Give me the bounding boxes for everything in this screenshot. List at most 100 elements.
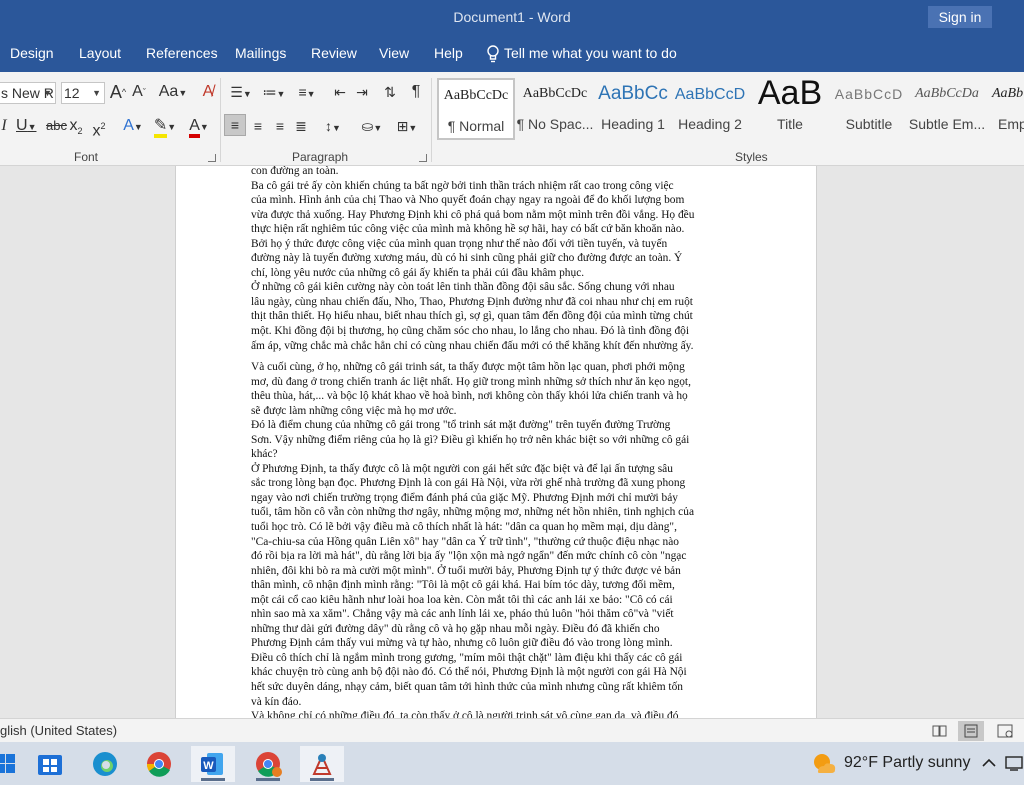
line-spacing-button[interactable]: ↕▼ <box>318 116 348 138</box>
tab-review[interactable]: Review <box>311 45 357 61</box>
chevron-up-icon[interactable] <box>980 756 998 770</box>
tab-help[interactable]: Help <box>434 45 463 61</box>
text-line[interactable]: Đó là điểm chung của những cô gái trong … <box>251 418 743 433</box>
style-subtle-emphasis[interactable]: AaBbCcDa Subtle Em... <box>908 78 986 140</box>
align-left-button[interactable]: ≡ <box>224 114 246 136</box>
print-layout-button[interactable] <box>958 721 984 741</box>
text-line[interactable]: của mình. Hình ảnh của chị Thao và Nho q… <box>251 193 743 208</box>
text-line[interactable]: Ở Phương Định, ta thấy được cô là một ng… <box>251 462 743 477</box>
text-line[interactable]: lâu ngày, cùng nhau chiến đấu, Nho, Thao… <box>251 295 743 310</box>
strikethrough-button[interactable]: abc <box>46 116 67 138</box>
style-no-spacing[interactable]: AaBbCcDc ¶ No Spac... <box>516 78 594 140</box>
text-line[interactable]: "Ca-chiu-sa của Hồng quân Liên xô" hay "… <box>251 535 743 550</box>
page-text[interactable]: con đường an toàn. Ba cô gái trẻ ấy còn … <box>251 166 743 353</box>
text-line[interactable]: một cái cổ cao kiêu hãnh như loài hoa lo… <box>251 593 743 608</box>
paint-app-button[interactable] <box>300 746 344 782</box>
align-right-button[interactable]: ≡ <box>270 116 290 138</box>
tab-mailings[interactable]: Mailings <box>235 45 286 61</box>
font-dialog-launcher[interactable] <box>208 154 216 162</box>
style-heading-1[interactable]: AaBbCc Heading 1 <box>596 78 670 140</box>
shrink-font-button[interactable]: Aˇ <box>130 82 148 104</box>
text-line[interactable]: nhìn sao mà xa xăm". Chẳng vậy mà các an… <box>251 607 743 622</box>
text-line[interactable]: nhiên, đôi khi bò ra mà cười một mình". … <box>251 564 743 579</box>
text-line[interactable]: Ba cô gái trẻ ấy còn khiến chúng ta bất … <box>251 179 743 194</box>
page[interactable]: con đường an toàn. Ba cô gái trẻ ấy còn … <box>175 166 817 356</box>
chrome-button[interactable] <box>137 746 181 782</box>
style-heading-2[interactable]: AaBbCcD Heading 2 <box>672 78 748 140</box>
highlight-color-button[interactable]: ✎▼ <box>150 116 180 138</box>
text-line[interactable]: đường này là tuyến đường xương máu, dù c… <box>251 251 743 266</box>
microsoft-store-button[interactable] <box>28 746 72 782</box>
text-line[interactable]: Sơn. Vậy những điểm riêng của họ là gì? … <box>251 433 743 448</box>
weather-widget[interactable]: 92°F Partly sunny <box>844 754 970 772</box>
network-icon[interactable] <box>1004 754 1024 772</box>
text-line[interactable]: những thư dài gửi đường dây" dù rằng cô … <box>251 622 743 637</box>
text-line[interactable]: tuổi, tâm hồn cô vẫn còn những thơ ngây,… <box>251 505 743 520</box>
text-line[interactable]: Ở những cô gái kiên cường này còn toát l… <box>251 280 743 295</box>
text-line[interactable]: con đường an toàn. <box>251 166 743 179</box>
align-center-button[interactable]: ≡ <box>248 116 268 138</box>
text-line[interactable]: vừa được thả xuống. Hay Phương Định khi … <box>251 208 743 223</box>
superscript-button[interactable]: x2 <box>91 116 107 139</box>
text-line[interactable]: Và cuối cùng, ở họ, những cô gái trinh s… <box>251 360 743 375</box>
text-line[interactable]: một. Khi đồng đội bị thương, họ cũng chă… <box>251 324 743 339</box>
text-line[interactable]: Phương Định cảm thấy vui mừng và tự hào,… <box>251 636 743 651</box>
borders-button[interactable]: ⊞▼ <box>392 116 422 138</box>
text-line[interactable]: khác chuyện trò cùng anh bộ đội nào đó. … <box>251 665 743 680</box>
text-line[interactable]: ngay vào nơi chiến trường trọng điểm đán… <box>251 491 743 506</box>
change-case-button[interactable]: Aa▼ <box>158 82 188 104</box>
text-line[interactable]: hết sức duyên dáng, nhạy cảm, biết quan … <box>251 680 743 695</box>
paragraph-dialog-launcher[interactable] <box>419 154 427 162</box>
increase-indent-button[interactable]: ⇥ <box>352 82 372 104</box>
text-line[interactable]: ấm áp, vững chắc mà chắc hẳn chỉ có cùng… <box>251 339 743 354</box>
text-line[interactable]: thân mình, cô nhận định mình rằng: "Tôi … <box>251 578 743 593</box>
grow-font-button[interactable]: A^ <box>108 82 128 104</box>
justify-button[interactable]: ≣ <box>291 116 311 138</box>
text-line[interactable]: tuổi học trò. Có lẽ bởi vậy điều mà cô t… <box>251 520 743 535</box>
web-layout-button[interactable] <box>992 721 1018 741</box>
text-line[interactable]: khác? <box>251 447 743 462</box>
windows-start-button[interactable] <box>0 746 26 782</box>
tell-me-search[interactable]: Tell me what you want to do <box>504 45 677 61</box>
tab-design[interactable]: Design <box>10 45 54 61</box>
font-color-button[interactable]: A▼ <box>184 116 214 138</box>
tab-references[interactable]: References <box>146 45 218 61</box>
word-button[interactable]: W <box>191 746 235 782</box>
shading-button[interactable]: ⛀▼ <box>356 116 388 138</box>
tab-view[interactable]: View <box>379 45 409 61</box>
multilevel-list-button[interactable]: ≡▼ <box>292 82 322 104</box>
text-line[interactable]: Và không chỉ có những điều đó, ta còn th… <box>251 709 743 718</box>
chrome-profile-button[interactable] <box>246 746 290 782</box>
font-name-combo[interactable]: s New R ▼ <box>0 82 56 104</box>
text-effects-button[interactable]: A▼ <box>120 116 146 138</box>
page-text[interactable]: Và cuối cùng, ở họ, những cô gái trinh s… <box>251 360 743 718</box>
sort-button[interactable]: ⇅ <box>380 82 400 104</box>
subscript-button[interactable]: x2 <box>69 116 83 138</box>
text-line[interactable]: thực hiện rất nghiêm túc công việc của m… <box>251 222 743 237</box>
bullets-button[interactable]: ☰▼ <box>226 82 256 104</box>
tab-layout[interactable]: Layout <box>79 45 121 61</box>
style-normal[interactable]: AaBbCcDc ¶ Normal <box>437 78 515 140</box>
style-emphasis[interactable]: AaBb Emp <box>988 78 1024 140</box>
numbering-button[interactable]: ≔▼ <box>259 82 289 104</box>
document-canvas[interactable]: con đường an toàn. Ba cô gái trẻ ấy còn … <box>0 166 1024 718</box>
read-mode-button[interactable] <box>927 721 953 741</box>
text-line[interactable]: và kín đáo. <box>251 695 743 710</box>
text-line[interactable]: thêu thùa, hát,... và bộc lộ khát khao v… <box>251 389 743 404</box>
style-subtitle[interactable]: AaBbCcD Subtitle <box>832 78 906 140</box>
text-line[interactable]: mơ, dù đang ở trong chiến tranh ác liệt … <box>251 375 743 390</box>
underline-button[interactable]: U▼ <box>16 116 36 138</box>
text-line[interactable]: chí, lòng yêu nước của những cô gái ấy k… <box>251 266 743 281</box>
text-line[interactable]: sắc trong lòng bạn đọc. Phương Định là c… <box>251 476 743 491</box>
language-status[interactable]: glish (United States) <box>0 723 117 738</box>
style-title[interactable]: AaB Title <box>750 74 830 140</box>
page[interactable]: Và cuối cùng, ở họ, những cô gái trinh s… <box>175 356 817 718</box>
font-size-combo[interactable]: 12 ▼ <box>61 82 105 104</box>
text-line[interactable]: sẽ được làm những công việc mà họ mơ ước… <box>251 404 743 419</box>
text-line[interactable]: đó rồi bịa ra lời mà hát", dù rằng lời b… <box>251 549 743 564</box>
text-line[interactable]: thịt thân thiết. Họ hiểu nhau, biết nhau… <box>251 309 743 324</box>
edge-button[interactable] <box>83 746 127 782</box>
sign-in-button[interactable]: Sign in <box>928 6 992 28</box>
text-line[interactable]: Điều cô thích chỉ là ngắm mình trong gươ… <box>251 651 743 666</box>
text-line[interactable]: Bởi họ ý thức được công việc của mình qu… <box>251 237 743 252</box>
